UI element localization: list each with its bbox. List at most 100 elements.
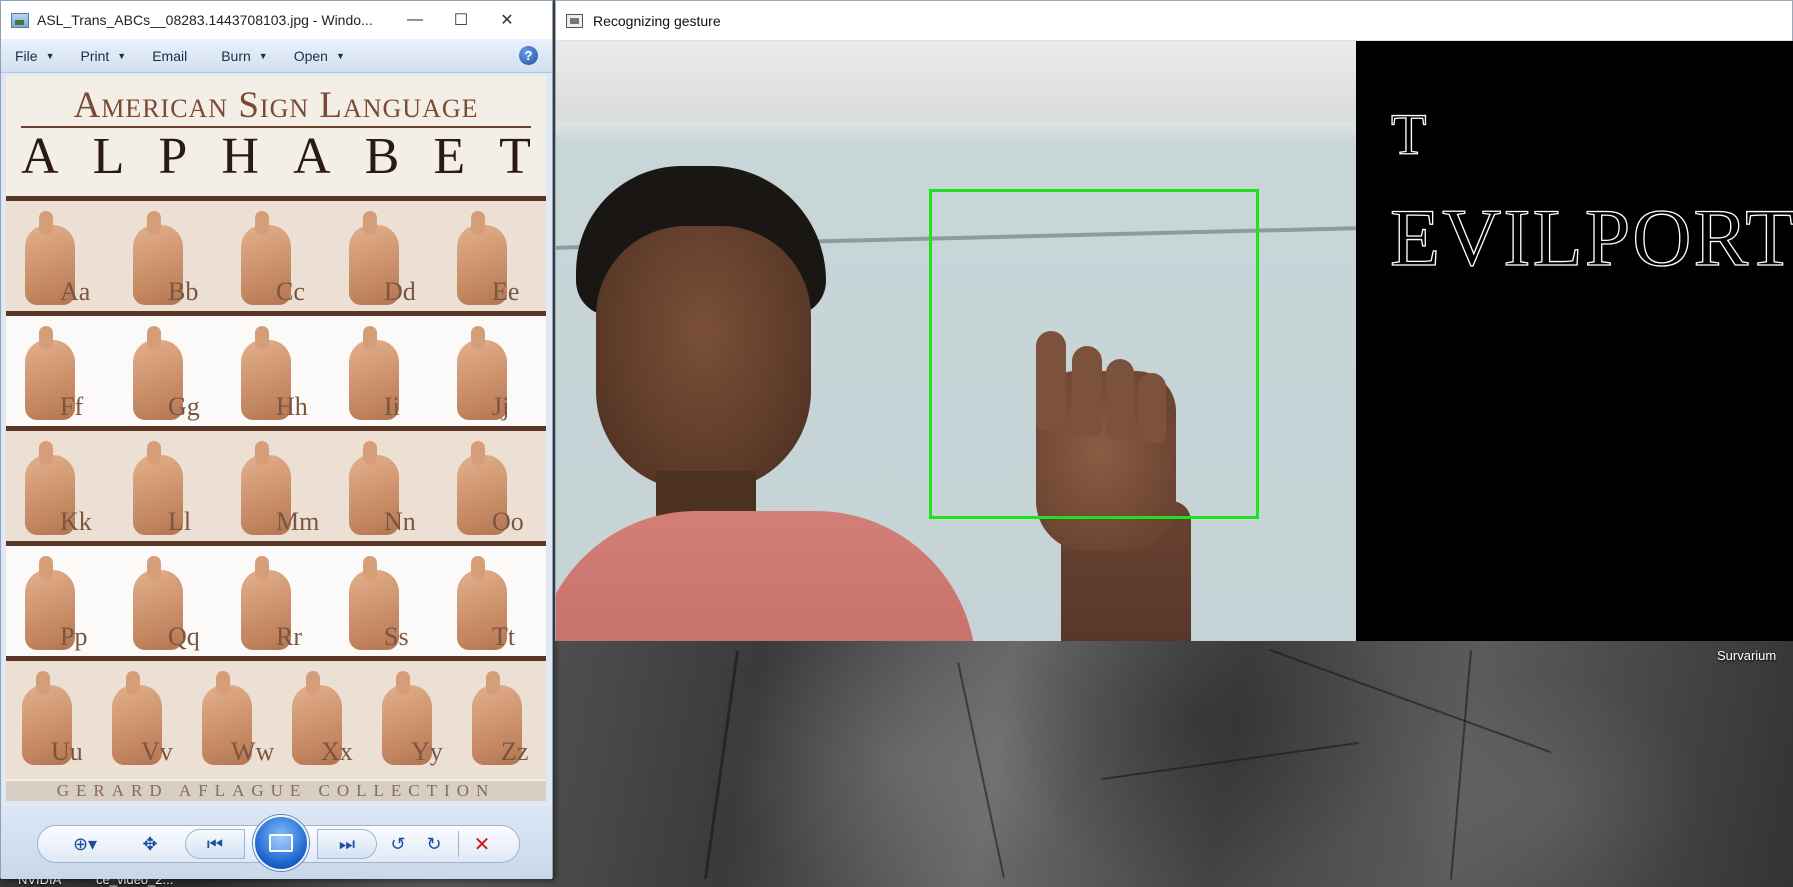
sign-cell: Xx (276, 661, 366, 771)
delete-button[interactable]: ✕ (469, 833, 495, 856)
poster-alphabet-glyph: B (364, 128, 400, 185)
sign-cell: Aa (6, 201, 114, 311)
poster-heading: American Sign Language (73, 85, 479, 126)
sign-row-4: Pp Qq Rr Ss Tt (6, 546, 546, 656)
recognized-text: EVILPORT (1389, 191, 1793, 283)
sign-letter-label: Nn (384, 507, 416, 536)
menu-file[interactable]: File ▼ (15, 48, 54, 64)
skip-forward-icon: ⏭ (338, 833, 356, 854)
zoom-button[interactable]: ⊕▾ (65, 833, 105, 855)
poster-alphabet-glyph: L (92, 128, 125, 185)
recognition-result-panel: T EVILPORT (1356, 41, 1793, 641)
viewer-menubar: File ▼ Print ▼ Email Burn ▼ Open ▼ ? (1, 39, 552, 73)
desktop-icon-label-survarium[interactable]: Survarium (1717, 648, 1776, 663)
webcam-person-face (596, 226, 811, 491)
asl-alphabet-poster: American Sign Language ALPHABET Aa Bb Cc Dd… (6, 76, 546, 801)
sign-letter-label: Uu (51, 737, 83, 766)
sign-row-2: Ff Gg Hh Ii Jj (6, 316, 546, 426)
sign-letter-label: Gg (168, 392, 200, 421)
previous-button[interactable]: ⏮ (185, 829, 245, 859)
close-icon: ✕ (500, 12, 514, 29)
maximize-button[interactable]: ☐ (438, 1, 484, 39)
sign-letter-label: Zz (501, 737, 529, 766)
poster-alphabet-glyph: A (21, 128, 59, 185)
sign-cell: Vv (96, 661, 186, 771)
photo-viewer-app-icon (11, 12, 29, 28)
help-icon[interactable]: ? (519, 46, 538, 65)
rock-crack (1449, 650, 1473, 880)
slideshow-icon (269, 834, 293, 852)
sign-row-3: Kk Ll Mm Nn Oo (6, 431, 546, 541)
sign-letter-label: Bb (168, 277, 199, 306)
chevron-down-icon: ▼ (45, 50, 55, 61)
sign-letter-label: Ii (384, 392, 400, 421)
menu-print[interactable]: Print ▼ (80, 48, 126, 64)
sign-cell: Pp (6, 546, 114, 656)
next-button[interactable]: ⏭ (317, 829, 377, 859)
sign-letter-label: Ll (168, 507, 192, 536)
sign-cell: Qq (114, 546, 222, 656)
sign-letter-label: Ee (492, 277, 520, 306)
menu-email-label: Email (152, 47, 188, 64)
sign-letter-label: Jj (492, 392, 510, 421)
viewer-window-title: ASL_Trans_ABCs__08283.1443708103.jpg - W… (37, 12, 373, 28)
viewer-titlebar[interactable]: ASL_Trans_ABCs__08283.1443708103.jpg - W… (1, 1, 552, 39)
sign-cell: Ll (114, 431, 222, 541)
webcam-ceiling (556, 41, 1356, 121)
menu-print-label: Print (80, 47, 110, 64)
sign-row-5: Uu Vv Ww Xx Yy Zz (6, 661, 546, 779)
skip-back-icon: ⏮ (206, 833, 224, 854)
menu-open-label: Open (293, 47, 328, 64)
delete-icon: ✕ (473, 833, 491, 856)
menu-file-label: File (15, 47, 38, 64)
menu-burn[interactable]: Burn ▼ (221, 48, 268, 64)
minimize-button[interactable]: — (392, 1, 438, 39)
maximize-icon: ☐ (453, 12, 469, 29)
chevron-down-icon: ▼ (117, 50, 127, 61)
chevron-down-icon: ▼ (335, 50, 345, 61)
gesture-recognition-window: Recognizing gesture T EVILPORT (555, 0, 1793, 641)
close-button[interactable]: ✕ (484, 1, 530, 39)
opencv-window-icon (566, 13, 583, 28)
chevron-down-icon: ▼ (258, 50, 268, 61)
rotate-counterclockwise-button[interactable]: ↺ (385, 833, 411, 855)
menu-burn-label: Burn (221, 47, 251, 64)
sign-cell: Tt (438, 546, 546, 656)
sign-letter-label: Yy (411, 737, 443, 766)
sign-letter-label: Tt (492, 622, 516, 651)
menu-email[interactable]: Email (152, 48, 187, 64)
sign-cell: Oo (438, 431, 546, 541)
sign-cell: Ff (6, 316, 114, 426)
sign-letter-label: Xx (321, 737, 353, 766)
sign-cell: Uu (6, 661, 96, 771)
sign-cell: Kk (6, 431, 114, 541)
sign-cell: Ss (330, 546, 438, 656)
sign-row-1: Aa Bb Cc Dd Ee (6, 201, 546, 311)
slideshow-button[interactable] (253, 815, 309, 871)
sign-letter-label: Vv (141, 737, 173, 766)
fit-window-icon: ✥ (142, 833, 158, 854)
sign-cell: Cc (222, 201, 330, 311)
sign-letter-label: Hh (276, 392, 308, 421)
gesture-roi-box (929, 189, 1259, 519)
minimize-icon: — (407, 11, 423, 28)
rotate-clockwise-button[interactable]: ↻ (421, 833, 447, 855)
controls-divider (458, 831, 459, 857)
sign-letter-label: Oo (492, 507, 524, 536)
poster-alphabet-glyph: E (433, 128, 466, 185)
sign-letter-label: Mm (276, 507, 320, 536)
sign-letter-label: Aa (60, 277, 91, 306)
sign-cell: Ee (438, 201, 546, 311)
gesture-window-titlebar[interactable]: Recognizing gesture (556, 1, 1792, 41)
sign-letter-label: Dd (384, 277, 416, 306)
sign-letter-label: Pp (60, 622, 88, 651)
sign-cell: Dd (330, 201, 438, 311)
sign-cell: Ii (330, 316, 438, 426)
menu-open[interactable]: Open ▼ (294, 48, 345, 64)
photo-viewer-window: ASL_Trans_ABCs__08283.1443708103.jpg - W… (0, 0, 553, 879)
sign-cell: Nn (330, 431, 438, 541)
actual-size-button[interactable]: ✥ (135, 833, 165, 855)
sign-letter-label: Cc (276, 277, 305, 306)
sign-cell: Zz (456, 661, 546, 771)
gesture-window-title: Recognizing gesture (593, 12, 721, 29)
